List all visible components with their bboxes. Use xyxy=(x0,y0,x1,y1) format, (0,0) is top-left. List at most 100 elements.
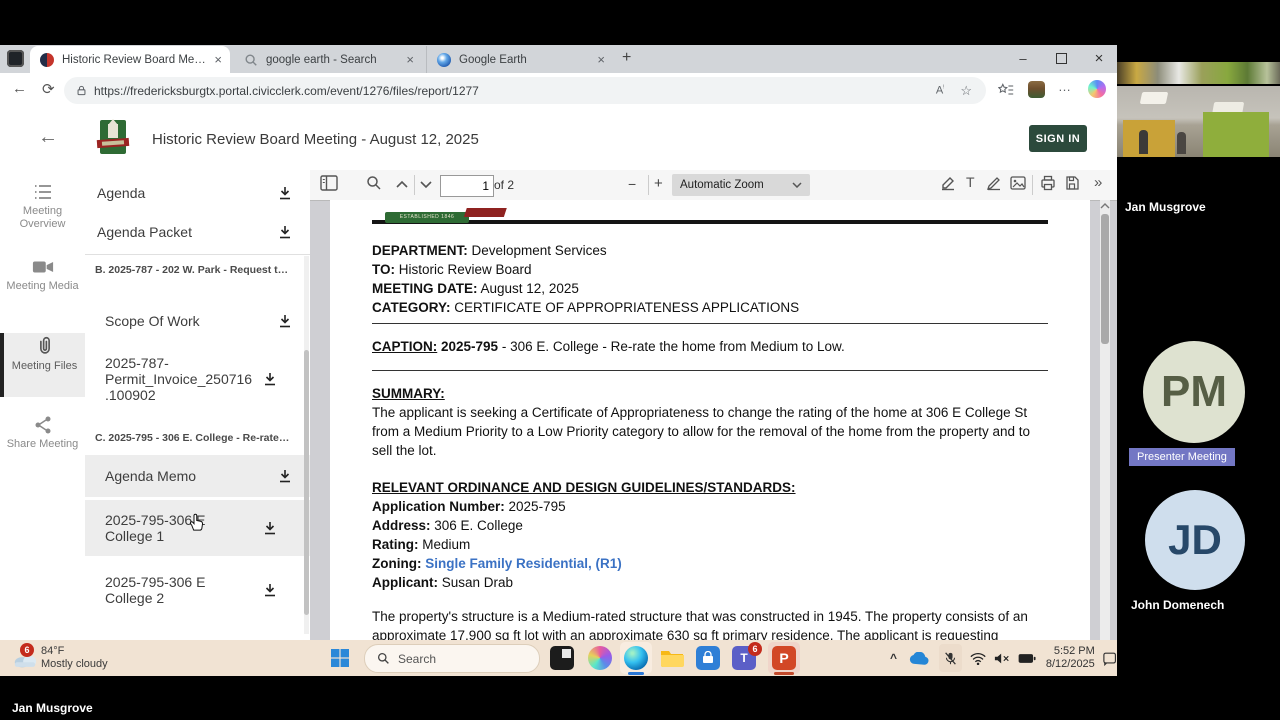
weather-desc[interactable]: Mostly cloudy xyxy=(41,658,108,670)
download-icon[interactable] xyxy=(263,521,277,535)
clock-block[interactable]: 5:52 PM 8/12/2025 xyxy=(1046,645,1095,671)
room-video-main[interactable] xyxy=(1117,86,1280,157)
tab-historic-review[interactable]: Historic Review Board Meeting - × xyxy=(30,46,230,73)
add-image-icon[interactable] xyxy=(1010,175,1026,191)
zoning-link[interactable]: Single Family Residential, (R1) xyxy=(425,556,622,571)
system-tray: ^ 5:52 PM 8/12/2025 xyxy=(890,640,1117,676)
start-button[interactable] xyxy=(331,649,349,667)
tab-actions-icon[interactable] xyxy=(7,50,24,67)
file-list-scroll-thumb[interactable] xyxy=(304,350,309,615)
sign-in-button[interactable]: SIGN IN xyxy=(1029,125,1087,152)
read-aloud-icon[interactable]: Aᵎ xyxy=(936,84,944,97)
doc-body-text: The property's structure is a Medium-rat… xyxy=(372,609,1028,640)
doc-detail-line: Applicant: Susan Drab xyxy=(372,575,514,590)
maximize-button[interactable] xyxy=(1043,45,1079,72)
minimize-button[interactable]: – xyxy=(1005,45,1041,72)
m365-copilot-icon[interactable] xyxy=(588,646,612,670)
zoom-select[interactable]: Automatic Zoom xyxy=(672,174,810,196)
doc-logo-banner: ESTABLISHED 1846 xyxy=(385,212,469,223)
doc-meta-line: CATEGORY: CERTIFICATE OF APPROPRIATENESS… xyxy=(372,300,800,315)
nav-meeting-files[interactable]: Meeting Files xyxy=(0,333,85,397)
file-row-agenda-packet[interactable]: Agenda Packet xyxy=(85,214,310,250)
download-icon[interactable] xyxy=(278,469,292,483)
file-explorer-icon[interactable] xyxy=(660,648,684,668)
tab-google-earth[interactable]: Google Earth × xyxy=(426,46,613,73)
copilot-icon[interactable] xyxy=(1088,80,1106,98)
avatar-john-domenech[interactable]: JD xyxy=(1145,490,1245,590)
pdf-scroll-thumb[interactable] xyxy=(1101,214,1109,344)
notification-icon[interactable] xyxy=(1103,651,1117,666)
favorite-star-icon[interactable]: ☆ xyxy=(960,83,972,99)
previous-page-icon[interactable] xyxy=(396,180,408,188)
file-row-college-2[interactable]: 2025-795-306 E College 2 xyxy=(85,562,310,618)
nav-meeting-overview[interactable]: Meeting Overview xyxy=(0,180,85,240)
active-speaker-caption: Jan Musgrove xyxy=(12,701,93,715)
tab-close-icon[interactable]: × xyxy=(591,52,613,67)
zoom-out-icon[interactable]: − xyxy=(628,176,636,192)
print-icon[interactable] xyxy=(1040,175,1056,191)
tab-close-icon[interactable]: × xyxy=(208,52,230,67)
edge-taskbar-slot[interactable] xyxy=(620,642,652,675)
microsoft-store-icon[interactable] xyxy=(696,646,720,670)
tray-expand-icon[interactable]: ^ xyxy=(890,651,897,665)
room-video-strip[interactable] xyxy=(1117,62,1280,84)
next-page-icon[interactable] xyxy=(420,181,432,189)
file-row-agenda[interactable]: Agenda xyxy=(85,175,310,211)
participant-name: John Domenech xyxy=(1131,598,1225,612)
favorites-bar-icon[interactable] xyxy=(998,82,1014,98)
nav-label: Meeting Media xyxy=(6,280,79,292)
zoom-in-icon[interactable]: + xyxy=(654,175,663,192)
avatar-presenter-meeting[interactable]: PM xyxy=(1143,341,1245,443)
download-icon[interactable] xyxy=(278,186,292,200)
nav-meeting-media[interactable]: Meeting Media xyxy=(0,255,85,315)
avatar-initials: JD xyxy=(1168,516,1222,563)
battery-icon[interactable] xyxy=(1018,653,1036,664)
doc-meta-line: DEPARTMENT: Development Services xyxy=(372,243,607,258)
download-icon[interactable] xyxy=(278,225,292,239)
mic-muted-container[interactable] xyxy=(938,644,962,672)
zoom-label: Automatic Zoom xyxy=(680,179,764,191)
back-icon[interactable]: ← xyxy=(12,80,27,97)
download-icon[interactable] xyxy=(278,314,292,328)
powerpoint-taskbar-slot[interactable]: P xyxy=(768,642,800,675)
file-row-scope-of-work[interactable]: Scope Of Work xyxy=(85,303,310,339)
page-number-input[interactable] xyxy=(440,175,494,197)
attachment-icon xyxy=(39,336,50,354)
close-window-button[interactable]: × xyxy=(1081,45,1117,72)
nav-share-meeting[interactable]: Share Meeting xyxy=(0,413,85,473)
new-tab-button[interactable]: + xyxy=(622,49,631,67)
sidebar-toggle-icon[interactable] xyxy=(320,175,338,191)
highlight-icon[interactable] xyxy=(940,175,956,191)
doc-rule xyxy=(372,220,1048,224)
pdf-document-area[interactable]: ESTABLISHED 1846 DEPARTMENT: Development… xyxy=(310,200,1117,640)
refresh-icon[interactable]: ⟳ xyxy=(42,80,55,98)
file-row-agenda-memo[interactable]: Agenda Memo xyxy=(85,455,310,497)
tab-close-icon[interactable]: × xyxy=(400,52,422,67)
save-icon[interactable] xyxy=(1064,175,1080,191)
download-icon[interactable] xyxy=(263,583,277,597)
file-list-panel: Agenda Agenda Packet B. 2025-787 - 202 W… xyxy=(85,170,311,640)
onedrive-icon[interactable] xyxy=(909,651,929,665)
file-row-permit-invoice[interactable]: 2025-787-Permit_Invoice_250716.100902 xyxy=(85,348,310,410)
page-back-icon[interactable]: ← xyxy=(38,126,58,149)
volume-muted-icon[interactable] xyxy=(994,652,1010,665)
settings-more-icon[interactable]: … xyxy=(1058,79,1072,94)
taskbar-search[interactable]: Search xyxy=(364,644,540,673)
wifi-icon[interactable] xyxy=(970,652,986,665)
address-bar[interactable]: https://fredericksburgtx.portal.civiccle… xyxy=(64,77,986,104)
scroll-up-icon[interactable] xyxy=(1100,203,1110,209)
nav-label: Meeting Files xyxy=(11,360,78,372)
desktop-app-icon[interactable] xyxy=(550,646,574,670)
tab-google-earth-search[interactable]: google earth - Search × xyxy=(234,46,422,73)
file-label: Agenda Packet xyxy=(97,224,192,240)
weather-temp[interactable]: 84°F xyxy=(41,645,64,657)
pdf-search-icon[interactable] xyxy=(366,175,382,191)
text-annotation-icon[interactable]: T xyxy=(966,174,975,190)
draw-icon[interactable] xyxy=(986,175,1002,191)
more-tools-icon[interactable]: » xyxy=(1094,174,1102,191)
download-icon[interactable] xyxy=(263,372,277,386)
extension-icon[interactable] xyxy=(1028,81,1045,98)
page-title: Historic Review Board Meeting - August 1… xyxy=(152,131,479,148)
pdf-viewer: of 2 − + Automatic Zoom T » xyxy=(310,170,1117,640)
meeting-capture: Historic Review Board Meeting - × google… xyxy=(0,0,1280,720)
